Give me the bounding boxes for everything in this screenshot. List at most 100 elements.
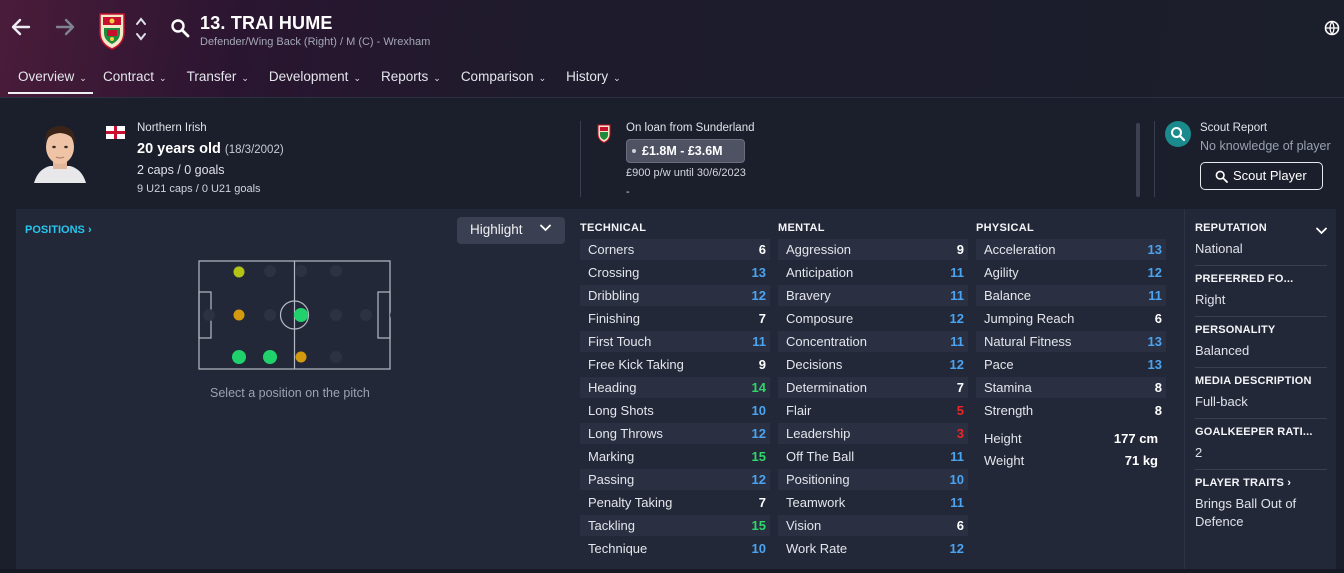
attribute-row[interactable]: Crossing 13 — [580, 262, 770, 283]
attribute-row[interactable]: Long Shots 10 — [580, 400, 770, 421]
attribute-row[interactable]: Long Throws 12 — [580, 423, 770, 444]
attribute-name: Anticipation — [786, 265, 854, 280]
attribute-row[interactable]: Strength 8 — [976, 400, 1166, 421]
tab-comparison[interactable]: Comparison ⌄ — [451, 62, 556, 94]
attribute-row[interactable]: Anticipation 11 — [778, 262, 968, 283]
goalkeeper-rating-block: GOALKEEPER RATI... 2 — [1195, 426, 1327, 470]
search-icon[interactable] — [170, 18, 190, 38]
attribute-row[interactable]: Aggression 9 — [778, 239, 968, 260]
highlight-dropdown[interactable]: Highlight — [457, 217, 565, 244]
attribute-row[interactable]: Positioning 10 — [778, 469, 968, 490]
attribute-row[interactable]: Flair 5 — [778, 400, 968, 421]
attribute-row[interactable]: Determination 7 — [778, 377, 968, 398]
tab-reports[interactable]: Reports ⌄ — [371, 62, 451, 94]
attribute-row[interactable]: Stamina 8 — [976, 377, 1166, 398]
bullet-icon — [632, 149, 636, 153]
attribute-row[interactable]: Free Kick Taking 9 — [580, 354, 770, 375]
tab-transfer[interactable]: Transfer ⌄ — [177, 62, 259, 94]
position-pitch[interactable] — [198, 260, 391, 370]
attribute-row[interactable]: Heading 14 — [580, 377, 770, 398]
attribute-name: Long Shots — [588, 403, 654, 418]
position-marker-mr[interactable] — [295, 351, 307, 363]
avatar — [28, 119, 92, 183]
attribute-row[interactable]: Penalty Taking 7 — [580, 492, 770, 513]
attribute-row[interactable]: Technique 10 — [580, 538, 770, 559]
attribute-name: First Touch — [588, 334, 652, 349]
attribute-name: Dribbling — [588, 288, 640, 303]
attribute-row[interactable]: Finishing 7 — [580, 308, 770, 329]
attribute-value: 12 — [949, 357, 964, 372]
page-title: 13. TRAI HUME — [200, 13, 333, 33]
reputation-block[interactable]: REPUTATION National — [1195, 222, 1327, 266]
weight-row: Weight 71 kg — [984, 453, 1158, 468]
chevron-down-icon: ⌄ — [613, 73, 621, 83]
attribute-value: 10 — [751, 541, 766, 556]
attribute-row[interactable]: Acceleration 13 — [976, 239, 1166, 260]
position-marker-dc[interactable] — [233, 309, 245, 321]
attribute-row[interactable]: Work Rate 12 — [778, 538, 968, 559]
attribute-row[interactable]: Agility 12 — [976, 262, 1166, 283]
header: 13. TRAI HUME Defender/Wing Back (Right)… — [0, 0, 1344, 98]
attribute-row[interactable]: Natural Fitness 13 — [976, 331, 1166, 352]
back-arrow-icon[interactable] — [6, 16, 36, 46]
position-marker-wbr[interactable] — [263, 350, 277, 364]
attribute-row[interactable]: Balance 11 — [976, 285, 1166, 306]
transfer-value-badge[interactable]: £1.8M - £3.6M — [626, 139, 745, 163]
attribute-row[interactable]: Corners 6 — [580, 239, 770, 260]
attribute-row[interactable]: First Touch 11 — [580, 331, 770, 352]
tab-overview[interactable]: Overview ⌄ — [8, 62, 93, 94]
attribute-row[interactable]: Decisions 12 — [778, 354, 968, 375]
attribute-row[interactable]: Pace 13 — [976, 354, 1166, 375]
loan-status: On loan from Sunderland — [626, 122, 755, 134]
globe-icon[interactable] — [1324, 20, 1340, 36]
attribute-value: 10 — [751, 403, 766, 418]
attribute-name: Strength — [984, 403, 1034, 418]
position-marker-dr[interactable] — [232, 350, 246, 364]
player-switch-arrows-icon[interactable] — [134, 14, 148, 44]
attribute-name: Off The Ball — [786, 449, 855, 464]
attribute-row[interactable]: Concentration 11 — [778, 331, 968, 352]
england-flag-icon — [106, 126, 125, 139]
attribute-row[interactable]: Vision 6 — [778, 515, 968, 536]
attribute-name: Finishing — [588, 311, 641, 326]
chevron-down-icon[interactable] — [1316, 227, 1327, 238]
scout-player-button[interactable]: Scout Player — [1200, 162, 1323, 190]
attribute-row[interactable]: Jumping Reach 6 — [976, 308, 1166, 329]
forward-arrow-icon[interactable] — [50, 16, 80, 46]
tab-history[interactable]: History ⌄ — [556, 62, 631, 94]
attribute-name: Teamwork — [786, 495, 846, 510]
positions-link[interactable]: POSITIONS › — [25, 224, 92, 236]
attribute-row[interactable]: Tackling 15 — [580, 515, 770, 536]
position-marker-mc[interactable] — [294, 308, 308, 322]
attribute-row[interactable]: Teamwork 11 — [778, 492, 968, 513]
media-description-block: MEDIA DESCRIPTION Full-back — [1195, 375, 1327, 419]
chevron-down-icon: ⌄ — [538, 73, 547, 83]
player-traits-block[interactable]: PLAYER TRAITS › Brings Ball Out of Defen… — [1195, 477, 1327, 537]
attribute-row[interactable]: Passing 12 — [580, 469, 770, 490]
chevron-down-icon — [540, 224, 551, 235]
attribute-value: 7 — [956, 380, 964, 395]
attribute-row[interactable]: Composure 12 — [778, 308, 968, 329]
attribute-name: Stamina — [984, 380, 1032, 395]
attribute-value: 13 — [1147, 242, 1162, 257]
attribute-name: Penalty Taking — [588, 495, 673, 510]
caps: 2 caps / 0 goals — [137, 163, 225, 177]
attribute-row[interactable]: Leadership 3 — [778, 423, 968, 444]
attribute-row[interactable]: Marking 15 — [580, 446, 770, 467]
attribute-name: Positioning — [786, 472, 850, 487]
attribute-row[interactable]: Bravery 11 — [778, 285, 968, 306]
tab-contract[interactable]: Contract ⌄ — [93, 62, 177, 94]
attribute-row[interactable]: Dribbling 12 — [580, 285, 770, 306]
nationality: Northern Irish — [137, 122, 207, 134]
attribute-row[interactable]: Off The Ball 11 — [778, 446, 968, 467]
pitch-caption: Select a position on the pitch — [210, 386, 370, 400]
position-marker-amcl[interactable] — [233, 266, 245, 278]
attribute-name: Determination — [786, 380, 867, 395]
scrollbar[interactable] — [1136, 123, 1140, 197]
tab-development[interactable]: Development ⌄ — [259, 62, 371, 94]
mental-heading: MENTAL — [778, 222, 825, 234]
positions-panel: POSITIONS › Highlight Select a position … — [16, 209, 576, 569]
attribute-value: 3 — [956, 426, 964, 441]
chevron-down-icon: ⌄ — [241, 73, 249, 83]
attribute-name: Composure — [786, 311, 854, 326]
